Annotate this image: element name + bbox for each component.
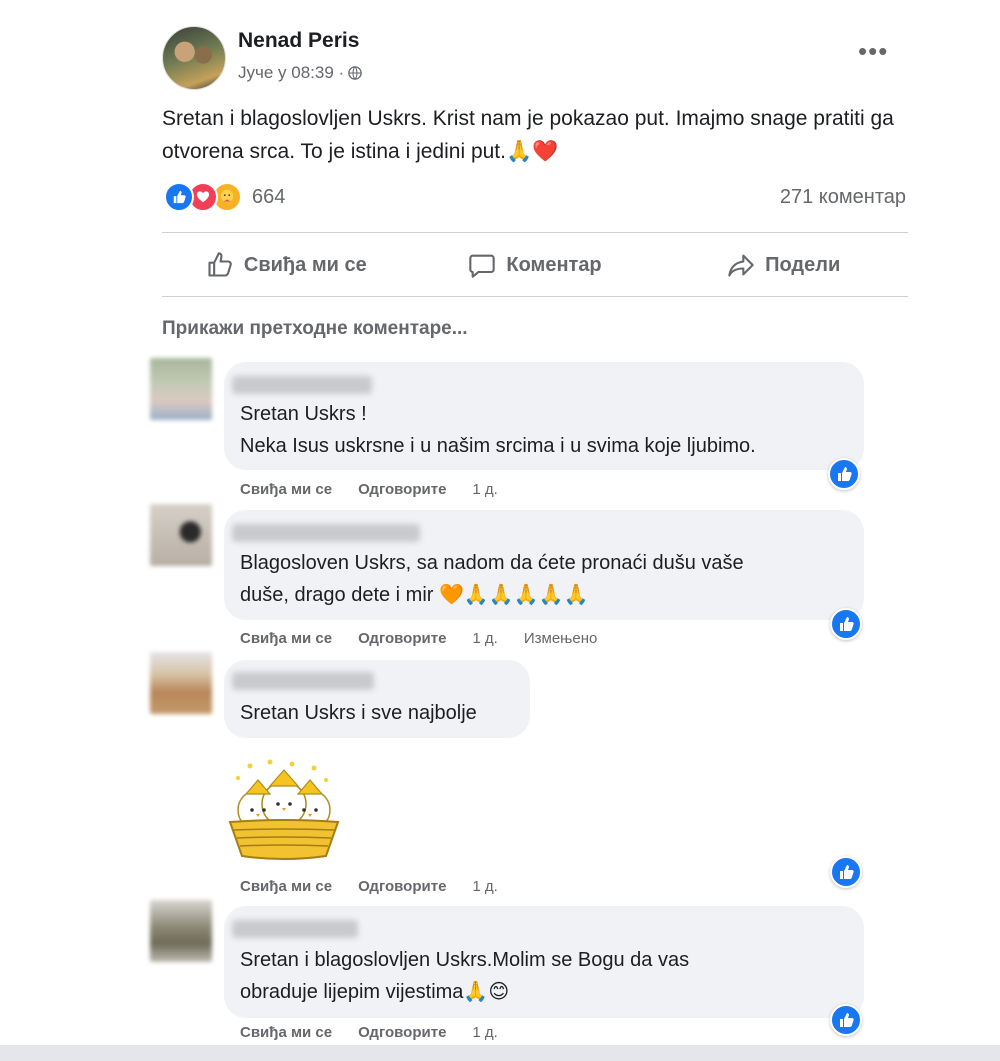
comment-actions: Свиђа ми се Одговорите 1 д. xyxy=(240,1024,524,1041)
post-actions-bar: Свиђа ми се Коментар Подели xyxy=(162,242,908,288)
like-reaction-icon xyxy=(164,182,194,212)
show-previous-comments-link[interactable]: Прикажи претходне коментаре... xyxy=(162,318,468,340)
commenter-name-blurred[interactable] xyxy=(232,376,372,394)
divider xyxy=(162,296,908,297)
commenter-avatar[interactable] xyxy=(150,358,212,420)
commenter-avatar[interactable] xyxy=(150,652,212,714)
author-name[interactable]: Nenad Peris xyxy=(238,29,359,53)
more-options-icon[interactable]: ••• xyxy=(858,36,888,67)
easter-chicks-basket-sticker xyxy=(228,759,340,860)
comment-text-line: Sretan i blagoslovljen Uskrs.Molim se Bo… xyxy=(240,949,690,971)
comment-reply-link[interactable]: Одговорите xyxy=(358,878,446,895)
comment-actions: Свиђа ми се Одговорите 1 д. Измењено xyxy=(240,630,623,647)
share-button-label: Подели xyxy=(765,253,841,276)
thumbs-up-icon xyxy=(208,252,232,277)
comment-text: Sretan Uskrs ! Neka Isus uskrsne i u naš… xyxy=(240,398,756,462)
comment-button-label: Коментар xyxy=(506,253,602,276)
page-bottom-bar xyxy=(0,1045,1000,1061)
comment-like-link[interactable]: Свиђа ми се xyxy=(240,1024,332,1041)
reaction-count: 664 xyxy=(252,185,286,208)
commenter-avatar[interactable] xyxy=(150,504,212,566)
comment-reply-link[interactable]: Одговорите xyxy=(358,481,446,498)
reactions-summary[interactable]: 664 xyxy=(164,182,285,212)
commenter-name-blurred[interactable] xyxy=(232,920,358,938)
post-timestamp[interactable]: Јуче у 08:39 · xyxy=(238,63,344,83)
facebook-post: Nenad Peris Јуче у 08:39 · ••• Sretan i … xyxy=(0,0,1000,1061)
commenter-avatar[interactable] xyxy=(150,900,212,962)
like-button-label: Свиђа ми се xyxy=(243,253,367,276)
comment-like-badge-icon[interactable] xyxy=(828,458,860,490)
comment-time[interactable]: 1 д. xyxy=(472,630,497,647)
comment-edited-label[interactable]: Измењено xyxy=(524,630,597,647)
comment-like-badge-icon[interactable] xyxy=(830,1004,862,1036)
comment-text-line: Sretan Uskrs i sve najbolje xyxy=(240,702,477,724)
post-meta: Јуче у 08:39 · xyxy=(238,63,362,83)
comment-reply-link[interactable]: Одговорите xyxy=(358,630,446,647)
commenter-name-blurred[interactable] xyxy=(232,524,420,542)
comment-like-badge-icon[interactable] xyxy=(830,856,862,888)
comment-reply-link[interactable]: Одговорите xyxy=(358,1024,446,1041)
comment-time[interactable]: 1 д. xyxy=(472,1024,497,1041)
comment-actions: Свиђа ми се Одговорите 1 д. xyxy=(240,878,524,895)
comment-like-link[interactable]: Свиђа ми се xyxy=(240,481,332,498)
comment-like-badge-icon[interactable] xyxy=(830,608,862,640)
comment-time[interactable]: 1 д. xyxy=(472,878,497,895)
like-button[interactable]: Свиђа ми се xyxy=(162,242,411,288)
speech-bubble-icon xyxy=(469,254,496,278)
comment-button[interactable]: Коментар xyxy=(411,242,660,288)
share-button[interactable]: Подели xyxy=(659,242,908,288)
comment-text-line: Neka Isus uskrsne i u našim srcima i u s… xyxy=(240,435,756,457)
comment-like-link[interactable]: Свиђа ми се xyxy=(240,630,332,647)
commenter-name-blurred[interactable] xyxy=(232,672,374,690)
post-text: Sretan i blagoslovljen Uskrs. Krist nam … xyxy=(162,107,894,163)
comment-text-line: Sretan Uskrs ! xyxy=(240,403,367,425)
comment-text-line: obraduje lijepim vijestima🙏😊 xyxy=(240,981,510,1003)
author-avatar[interactable] xyxy=(162,26,226,90)
comment-text: Sretan i blagoslovljen Uskrs.Molim se Bo… xyxy=(240,944,689,1008)
comment-text: Blagosloven Uskrs, sa nadom da ćete pron… xyxy=(240,547,744,611)
comment-actions: Свиђа ми се Одговорите 1 д. xyxy=(240,481,524,498)
comment-time[interactable]: 1 д. xyxy=(472,481,497,498)
comment-text-line: Blagosloven Uskrs, sa nadom da ćete pron… xyxy=(240,552,744,574)
globe-icon xyxy=(348,66,362,80)
comment-text-line: duše, drago dete i mir 🧡🙏🙏🙏🙏🙏 xyxy=(240,584,589,606)
comment-count[interactable]: 271 коментар xyxy=(780,186,906,209)
comment-like-link[interactable]: Свиђа ми се xyxy=(240,878,332,895)
divider xyxy=(162,232,908,233)
share-arrow-icon xyxy=(728,254,754,277)
comment-text: Sretan Uskrs i sve najbolje xyxy=(240,697,477,729)
